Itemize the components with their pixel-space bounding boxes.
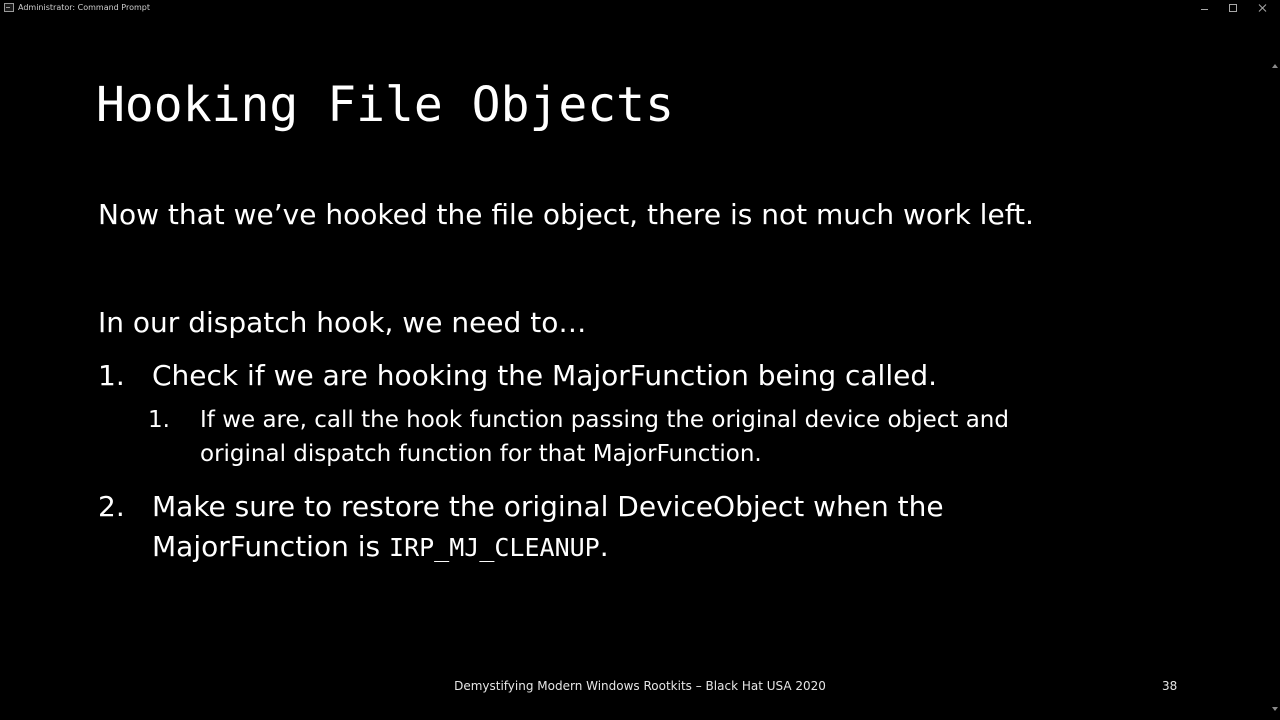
list-text-line-2-suffix: .: [599, 530, 609, 563]
page-number: 38: [1162, 679, 1178, 693]
slide-title: Hooking File Objects: [96, 77, 674, 133]
list-text-line-1: Make sure to restore the original Device…: [152, 490, 944, 523]
cmd-icon: [4, 3, 14, 12]
minimize-icon[interactable]: [1198, 2, 1212, 14]
lead-text: In our dispatch hook, we need to…: [98, 306, 587, 339]
maximize-icon[interactable]: [1226, 2, 1240, 14]
list-text-line-1: If we are, call the hook function passin…: [200, 407, 1009, 433]
scroll-up-arrow-icon[interactable]: [1272, 64, 1278, 68]
code-irp-mj-cleanup: IRP_MJ_CLEANUP: [389, 533, 600, 562]
list-text-line-2: original dispatch function for that Majo…: [200, 441, 762, 467]
close-icon[interactable]: [1256, 2, 1270, 14]
list-text-line-2-prefix: MajorFunction is: [152, 530, 390, 563]
list-text: Make sure to restore the original Device…: [152, 487, 944, 568]
list-text: Check if we are hooking the MajorFunctio…: [152, 359, 937, 392]
intro-text: Now that we’ve hooked the file object, t…: [98, 198, 1034, 231]
window-title: Administrator: Command Prompt: [18, 3, 150, 12]
window-titlebar[interactable]: Administrator: Command Prompt: [0, 0, 1280, 17]
scroll-down-arrow-icon[interactable]: [1272, 707, 1278, 711]
list-number: 1.: [98, 359, 125, 392]
list-number: 1.: [148, 407, 170, 433]
vertical-scrollbar[interactable]: [1270, 17, 1280, 720]
list-text: If we are, call the hook function passin…: [200, 403, 1009, 471]
list-number: 2.: [98, 490, 125, 523]
slide-footer: Demystifying Modern Windows Rootkits – B…: [454, 679, 826, 693]
